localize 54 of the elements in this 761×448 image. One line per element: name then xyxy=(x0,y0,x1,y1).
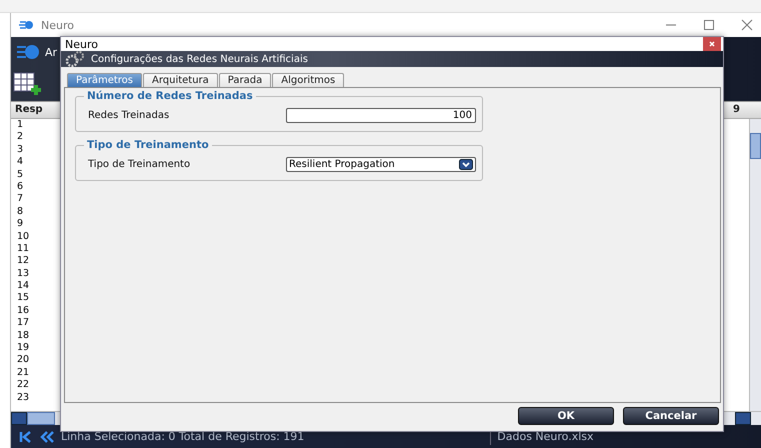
row-number-cell-text: 4 xyxy=(17,156,24,169)
neuron-logo-icon xyxy=(17,42,41,62)
scrollbar-thumb[interactable] xyxy=(27,412,55,425)
dropdown[interactable]: Resilient Propagation xyxy=(286,157,476,172)
row-number-cell: 23 xyxy=(17,392,30,404)
gears-icon xyxy=(65,51,85,67)
row-number-cell-text: 7 xyxy=(17,193,24,206)
caret-icon xyxy=(459,159,473,170)
dialog-button[interactable]: Cancelar xyxy=(623,407,719,425)
row-number-cell-text: 9 xyxy=(17,218,24,231)
dialog-header-title: Configurações das Redes Neurais Artificiais xyxy=(91,54,308,64)
column-header[interactable]: 9 xyxy=(729,102,761,118)
input-field[interactable]: 100 xyxy=(286,108,476,123)
field-label: Tipo de Treinamento xyxy=(88,159,190,170)
close-icon[interactable] xyxy=(703,37,721,51)
window-title: Neuro xyxy=(41,18,74,32)
column-header[interactable]: Resp xyxy=(11,102,47,118)
add-table-icon[interactable] xyxy=(13,72,43,96)
row-number-cell: 13 xyxy=(17,268,30,280)
row-number-cell: 17 xyxy=(17,317,30,330)
row-number-cell: 16 xyxy=(17,304,30,318)
row-number-cell-text: 3 xyxy=(17,144,24,156)
close-icon[interactable] xyxy=(741,19,753,31)
file-name: Dados Neuro.xlsx xyxy=(497,430,594,443)
field-label: Redes Treinadas xyxy=(88,110,170,121)
maximize-icon[interactable] xyxy=(703,19,715,31)
app-title: Ar xyxy=(45,46,58,58)
group-title: Número de Redes Treinadas xyxy=(84,90,256,102)
row-number-cell-text: 2 xyxy=(17,131,24,144)
dialog-button[interactable]: OK xyxy=(518,407,614,425)
row-number-cell: 21 xyxy=(17,366,30,380)
row-number-cell-text: 1 xyxy=(17,119,24,132)
vertical-scrollbar[interactable] xyxy=(749,119,761,411)
row-number-cell: 15 xyxy=(17,292,30,305)
row-number-cell-text: 8 xyxy=(17,206,24,218)
row-number-cell: 10 xyxy=(17,230,30,243)
neuron-icon xyxy=(19,19,35,31)
row-number-cell: 18 xyxy=(17,330,30,342)
row-number-cell-text: 6 xyxy=(17,180,24,194)
group-title: Tipo de Treinamento xyxy=(84,139,212,151)
status-text: Linha Selecionada: 0 Total de Registros: 191 xyxy=(61,430,304,443)
dialog-title: Neuro xyxy=(65,38,98,50)
row-number-cell: 14 xyxy=(17,280,30,292)
tab[interactable]: Algoritmos xyxy=(272,73,344,87)
row-number-cell-text: 5 xyxy=(17,168,24,181)
row-number-cell: 12 xyxy=(17,255,30,268)
tab[interactable]: Arquitetura xyxy=(142,73,218,87)
row-number-cell: 19 xyxy=(17,342,30,354)
previous-page-icon[interactable] xyxy=(39,430,55,442)
first-record-icon[interactable] xyxy=(19,430,33,442)
tab[interactable]: Parada xyxy=(218,73,272,87)
row-number-cell: 22 xyxy=(17,379,30,392)
row-number-cell: 11 xyxy=(17,242,30,256)
row-number-cell: 20 xyxy=(17,354,30,367)
